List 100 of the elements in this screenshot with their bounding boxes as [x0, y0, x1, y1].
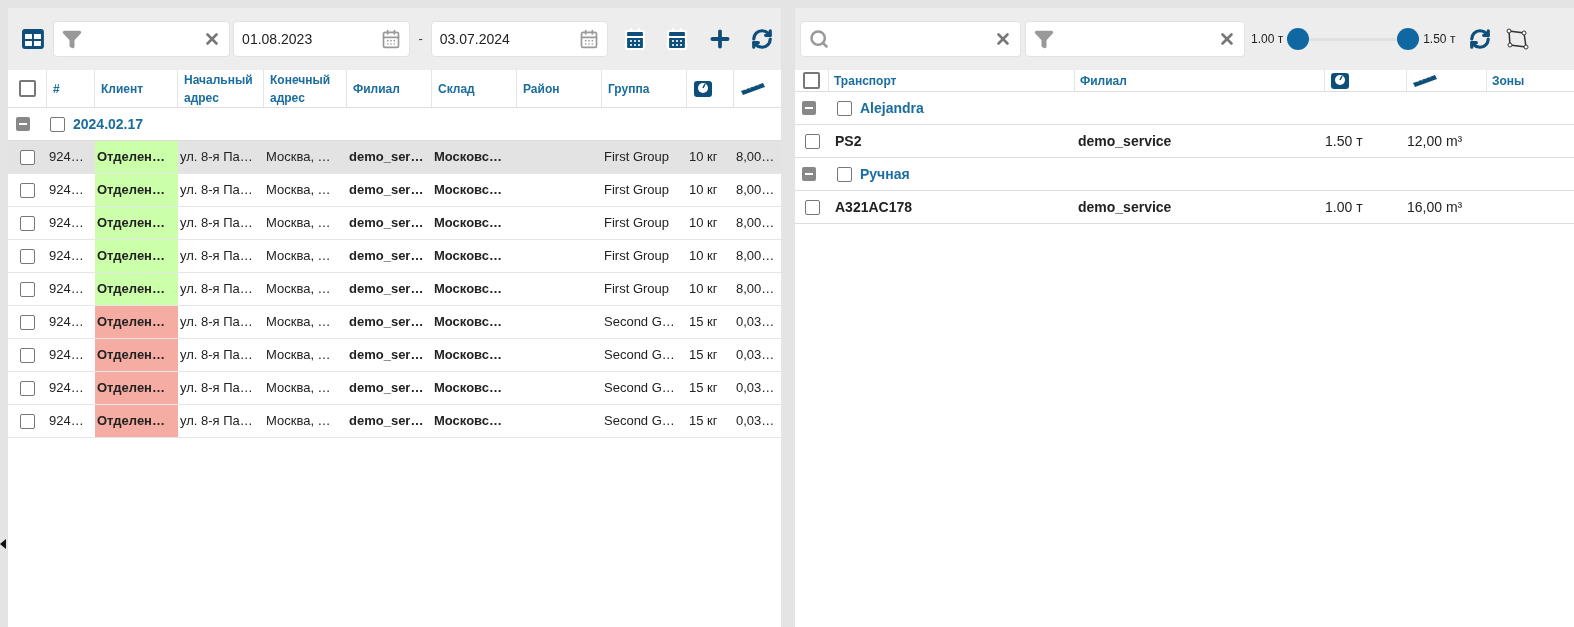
checkbox[interactable]: [18, 80, 36, 97]
checkbox[interactable]: [804, 133, 820, 149]
table-row[interactable]: 924… Отделен… ул. 8-я Па… Москва, … demo_ser… Московс… First Group 10 кг 8,00…: [8, 273, 781, 306]
collapse-toggle[interactable]: [802, 101, 816, 115]
table-cell-text: 15 кг: [689, 412, 718, 431]
table-cell-text: 0,03…: [736, 346, 775, 365]
collapse-toggle[interactable]: [16, 117, 30, 131]
table-cell-text: 924…: [49, 247, 84, 266]
group-label[interactable]: 2024.02.17: [73, 113, 144, 135]
column-header[interactable]: Район: [523, 79, 560, 98]
table-cell-text: 0,03…: [736, 412, 775, 431]
table-cell-text: ул. 8-я Па…: [180, 148, 253, 167]
checkbox[interactable]: [803, 72, 820, 89]
table-cell-text: 10 кг: [689, 214, 718, 233]
ruler-icon: [740, 81, 766, 96]
slider-thumb[interactable]: [1397, 28, 1420, 50]
table-cell-text: Московс…: [434, 412, 502, 431]
column-header[interactable]: Конечный адрес: [270, 70, 340, 107]
checkbox[interactable]: [20, 314, 35, 330]
table-cell-text: Second G…: [604, 412, 675, 431]
checkbox[interactable]: [50, 116, 65, 132]
table-cell-text: Second G…: [604, 379, 675, 398]
table-cell-text: demo_ser…: [349, 181, 424, 200]
table-cell-text: demo_ser…: [349, 346, 424, 365]
checkbox[interactable]: [20, 347, 35, 363]
slider-max-label: 1.50 т: [1423, 31, 1456, 48]
table-cell-text: Москва, …: [266, 247, 331, 266]
column-header[interactable]: Филиал: [353, 79, 400, 98]
group-label[interactable]: Ручная: [860, 163, 910, 185]
collapse-toggle[interactable]: [802, 167, 816, 181]
checkbox[interactable]: [20, 182, 35, 198]
column-header[interactable]: Начальный адрес: [184, 70, 257, 107]
table-row[interactable]: 924… Отделен… ул. 8-я Па… Москва, … demo_ser… Московс… Second G… 15 кг 0,03…: [8, 306, 781, 339]
client-cell: Отделен…: [95, 372, 178, 404]
table-cell-text: 10 кг: [689, 148, 718, 167]
table-cell-text: ул. 8-я Па…: [180, 346, 253, 365]
client-cell: Отделен…: [95, 141, 178, 173]
table-cell-text: 10 кг: [689, 280, 718, 299]
search-icon: [809, 29, 829, 49]
table-cell-text: PS2: [835, 131, 862, 151]
table-row[interactable]: 924… Отделен… ул. 8-я Па… Москва, … demo_ser… Московс… First Group 10 кг 8,00…: [8, 207, 781, 240]
table-cell-text: demo_ser…: [349, 313, 424, 332]
refresh-icon[interactable]: [1469, 28, 1492, 50]
calendar-icon[interactable]: [623, 27, 647, 51]
checkbox[interactable]: [804, 199, 820, 215]
table-cell-text: ул. 8-я Па…: [180, 412, 253, 431]
date-field[interactable]: 03.07.2024: [430, 21, 608, 57]
table-cell-text: demo_service: [1078, 131, 1172, 151]
date-separator: -: [417, 30, 424, 49]
table-cell-text: 924…: [49, 214, 84, 233]
table-row[interactable]: 924… Отделен… ул. 8-я Па… Москва, … demo_ser… Московс… First Group 10 кг 8,00…: [8, 174, 781, 207]
filter-field[interactable]: [52, 21, 231, 57]
table-cell-text: First Group: [604, 247, 669, 266]
column-header[interactable]: Клиент: [101, 79, 144, 98]
checkbox[interactable]: [20, 215, 35, 231]
table-row[interactable]: 924… Отделен… ул. 8-я Па… Москва, … demo_ser… Московс… Second G… 15 кг 0,03…: [8, 372, 781, 405]
weighing-scale-icon: [693, 78, 713, 99]
client-cell: Отделен…: [95, 273, 178, 305]
filter-field[interactable]: [1025, 21, 1245, 57]
checkbox[interactable]: [20, 380, 35, 396]
filter-icon: [1034, 29, 1054, 49]
table-cell-text: 924…: [49, 148, 84, 167]
checkbox[interactable]: [20, 248, 35, 264]
column-header[interactable]: Зоны: [1492, 71, 1525, 90]
checkbox[interactable]: [20, 149, 35, 165]
column-header[interactable]: Филиал: [1080, 71, 1127, 90]
table-cell-text: demo_ser…: [349, 148, 424, 167]
clear-icon[interactable]: [994, 30, 1012, 48]
table-row[interactable]: 924… Отделен… ул. 8-я Па… Москва, … demo_ser… Московс… Second G… 15 кг 0,03…: [8, 339, 781, 372]
checkbox[interactable]: [837, 100, 852, 116]
weighing-scale-icon: [1330, 70, 1350, 91]
clear-icon[interactable]: [1218, 30, 1236, 48]
slider-thumb[interactable]: [1287, 28, 1310, 50]
date-field[interactable]: 01.08.2023: [233, 21, 411, 57]
column-header[interactable]: Транспорт: [834, 71, 897, 90]
search-field[interactable]: [800, 21, 1021, 57]
table-cell-text: First Group: [604, 214, 669, 233]
column-header[interactable]: Склад: [438, 79, 475, 98]
table-cell-text: 12,00 m³: [1407, 131, 1463, 151]
table-cell-text: demo_ser…: [349, 280, 424, 299]
polygon-icon[interactable]: [1505, 27, 1530, 51]
group-label[interactable]: Alejandra: [860, 97, 924, 119]
checkbox[interactable]: [20, 281, 35, 297]
range-slider[interactable]: [1287, 28, 1420, 50]
refresh-icon[interactable]: [751, 28, 773, 50]
checkbox[interactable]: [837, 166, 852, 182]
table-cell-text: 0,03…: [736, 313, 775, 332]
collapse-arrow-icon[interactable]: [0, 539, 6, 549]
table-cell-text: 8,00…: [736, 247, 775, 266]
table-row[interactable]: 924… Отделен… ул. 8-я Па… Москва, … demo_ser… Московс… First Group 10 кг 8,00…: [8, 141, 781, 174]
table-row[interactable]: 924… Отделен… ул. 8-я Па… Москва, … demo_ser… Московс… Second G… 15 кг 0,03…: [8, 405, 781, 438]
column-header[interactable]: Группа: [608, 79, 650, 98]
column-header[interactable]: #: [53, 79, 60, 98]
checkbox[interactable]: [20, 413, 35, 429]
table-cell-text: ул. 8-я Па…: [180, 280, 253, 299]
table-cell-text: First Group: [604, 181, 669, 200]
calendar-icon[interactable]: [665, 27, 689, 51]
table-cell-text: ул. 8-я Па…: [180, 313, 253, 332]
table-view-icon[interactable]: [22, 29, 44, 49]
table-row[interactable]: 924… Отделен… ул. 8-я Па… Москва, … demo_ser… Московс… First Group 10 кг 8,00…: [8, 240, 781, 273]
